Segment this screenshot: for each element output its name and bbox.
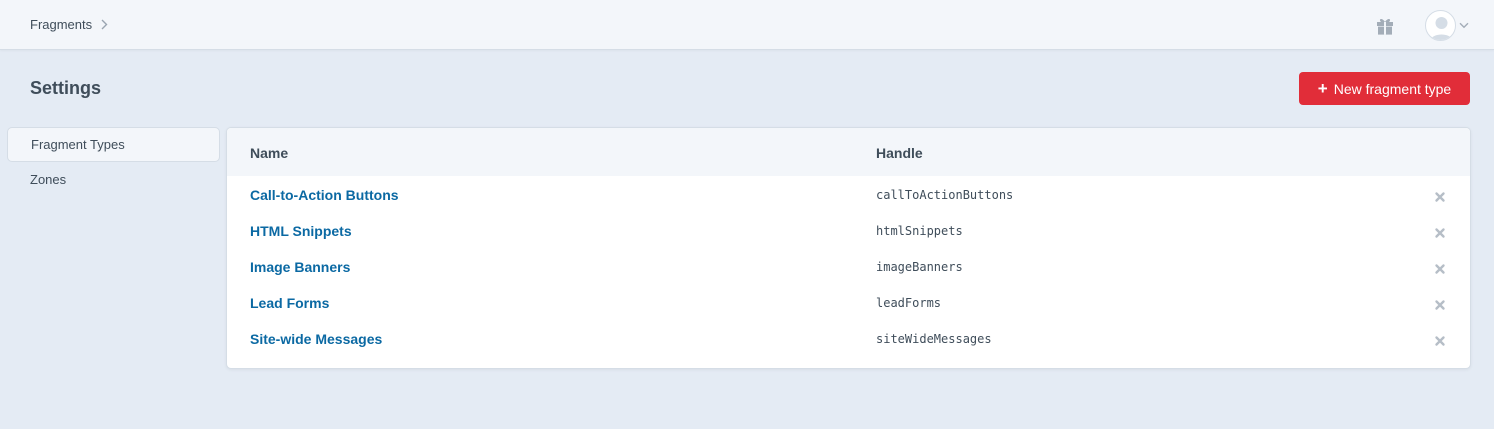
table-row: Image Banners imageBanners xyxy=(227,249,1470,285)
table-row: Site-wide Messages siteWideMessages xyxy=(227,321,1470,357)
fragment-type-handle: leadForms xyxy=(876,296,942,310)
fragment-type-name-link[interactable]: Image Banners xyxy=(250,259,350,275)
fragment-types-table: Name Handle Call-to-Action Buttons callT… xyxy=(226,127,1471,369)
table-row: Call-to-Action Buttons callToActionButto… xyxy=(227,177,1470,213)
delete-icon[interactable] xyxy=(1434,190,1446,202)
sidebar-item-label: Zones xyxy=(30,172,67,187)
fragment-type-handle: callToActionButtons xyxy=(876,188,1014,202)
fragment-type-name-link[interactable]: Call-to-Action Buttons xyxy=(250,187,399,203)
delete-icon[interactable] xyxy=(1434,334,1446,346)
sidebar-item-fragment-types[interactable]: Fragment Types xyxy=(7,127,220,162)
chevron-right-icon xyxy=(101,19,108,30)
fragment-type-handle: siteWideMessages xyxy=(876,332,992,346)
fragment-type-name-link[interactable]: Site-wide Messages xyxy=(250,331,382,347)
settings-sidebar: Fragment Types Zones xyxy=(7,127,220,197)
breadcrumb: Fragments xyxy=(30,17,108,32)
plus-icon: + xyxy=(1317,79,1328,98)
gift-icon[interactable] xyxy=(1375,16,1395,36)
top-header-bar: Fragments xyxy=(0,0,1494,50)
fragment-type-name-link[interactable]: Lead Forms xyxy=(250,295,329,311)
delete-icon[interactable] xyxy=(1434,226,1446,238)
user-avatar-icon[interactable] xyxy=(1425,10,1456,41)
fragment-type-handle: htmlSnippets xyxy=(876,224,963,238)
breadcrumb-item-fragments[interactable]: Fragments xyxy=(30,17,92,32)
new-fragment-type-button[interactable]: + New fragment type xyxy=(1299,72,1470,105)
column-header-name[interactable]: Name xyxy=(250,145,288,161)
new-fragment-type-label: New fragment type xyxy=(1333,80,1452,97)
chevron-down-icon[interactable] xyxy=(1459,22,1469,29)
page-title: Settings xyxy=(30,78,102,98)
sidebar-item-label: Fragment Types xyxy=(31,137,125,152)
fragment-type-name-link[interactable]: HTML Snippets xyxy=(250,223,352,239)
fragment-type-handle: imageBanners xyxy=(876,260,963,274)
delete-icon[interactable] xyxy=(1434,298,1446,310)
table-header: Name Handle xyxy=(227,128,1470,176)
column-header-handle[interactable]: Handle xyxy=(876,145,923,161)
sidebar-item-zones[interactable]: Zones xyxy=(7,162,220,197)
table-row: HTML Snippets htmlSnippets xyxy=(227,213,1470,249)
table-row: Lead Forms leadForms xyxy=(227,285,1470,321)
delete-icon[interactable] xyxy=(1434,262,1446,274)
account-menu[interactable] xyxy=(1425,10,1469,41)
